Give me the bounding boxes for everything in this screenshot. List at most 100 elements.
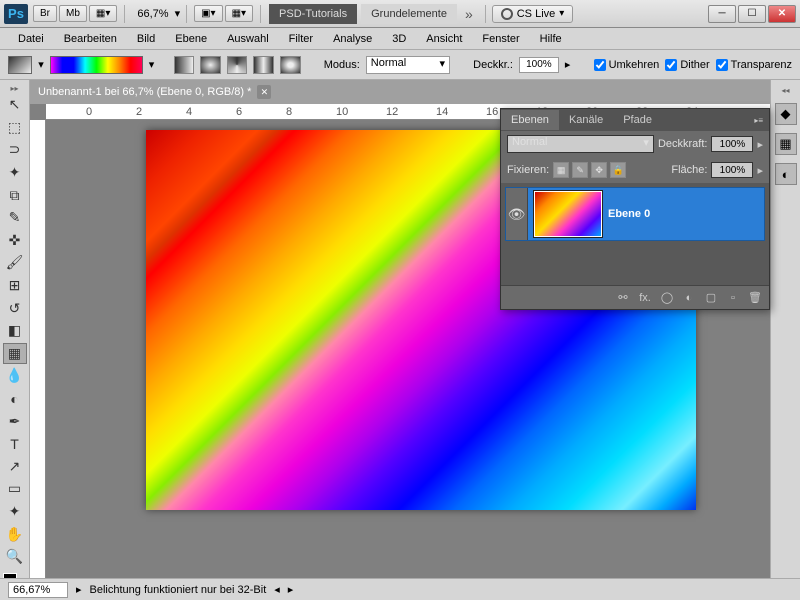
gradient-tool[interactable]: ▦ xyxy=(3,343,27,365)
3d-tool[interactable]: ✦ xyxy=(3,501,27,523)
layer-thumbnail[interactable] xyxy=(534,191,602,237)
opacity-label: Deckkr.: xyxy=(473,59,513,71)
zoom-display[interactable]: 66,7% xyxy=(137,8,168,20)
fx-icon[interactable]: fx. xyxy=(637,290,653,306)
lasso-tool[interactable]: ⊃ xyxy=(3,139,27,161)
tool-preset[interactable] xyxy=(8,56,32,74)
status-doc-info[interactable]: ▸ xyxy=(76,583,82,596)
gradient-diamond[interactable] xyxy=(280,56,301,74)
document-close[interactable]: ✕ xyxy=(257,85,271,99)
layer-visibility-icon[interactable]: 👁 xyxy=(506,188,528,240)
tab-ebenen[interactable]: Ebenen xyxy=(501,110,559,130)
path-tool[interactable]: ↗ xyxy=(3,456,27,478)
panel-menu-icon[interactable]: ▸≡ xyxy=(748,116,769,125)
hand-tool[interactable]: ✋ xyxy=(3,523,27,545)
close-btn[interactable]: ✕ xyxy=(768,5,796,23)
dock-collapse[interactable]: ◂◂ xyxy=(781,86,789,95)
cslive-btn[interactable]: CS Live ▾ xyxy=(492,5,574,23)
gradient-angle[interactable] xyxy=(227,56,248,74)
menu-filter[interactable]: Filter xyxy=(279,30,323,48)
lock-position[interactable]: ✥ xyxy=(591,162,607,178)
menu-bild[interactable]: Bild xyxy=(127,30,165,48)
gradient-radial[interactable] xyxy=(200,56,221,74)
menu-ebene[interactable]: Ebene xyxy=(165,30,217,48)
link-layers-icon[interactable]: ⚯ xyxy=(615,290,631,306)
history-brush-tool[interactable]: ↺ xyxy=(3,297,27,319)
marquee-tool[interactable]: ⬚ xyxy=(3,117,27,139)
layer-item[interactable]: 👁 Ebene 0 xyxy=(505,187,765,241)
dither-check[interactable]: Dither xyxy=(665,59,709,71)
dock-color-icon[interactable]: ◆ xyxy=(775,103,797,125)
menu-datei[interactable]: Datei xyxy=(8,30,54,48)
extras-btn[interactable]: ▦▾ xyxy=(225,5,253,22)
status-scroll-right[interactable]: ▸ xyxy=(288,583,294,596)
mask-icon[interactable]: ◯ xyxy=(659,290,675,306)
maximize-btn[interactable]: ☐ xyxy=(738,5,766,23)
dock-adjust-icon[interactable]: ◐ xyxy=(775,163,797,185)
pen-tool[interactable]: ✒ xyxy=(3,410,27,432)
lock-pixels[interactable]: ✎ xyxy=(572,162,588,178)
opacity-input[interactable] xyxy=(519,57,559,73)
menu-bearbeiten[interactable]: Bearbeiten xyxy=(54,30,127,48)
dock-swatches-icon[interactable]: ▦ xyxy=(775,133,797,155)
wand-tool[interactable]: ✦ xyxy=(3,162,27,184)
opacity-drop[interactable]: ▸ xyxy=(565,58,571,71)
gradient-preview[interactable] xyxy=(50,56,143,74)
zoom-tool[interactable]: 🔍 xyxy=(3,546,27,568)
layer-opacity-input[interactable] xyxy=(711,136,753,152)
minimize-btn[interactable]: ─ xyxy=(708,5,736,23)
blend-mode-select[interactable]: Normal ▾ xyxy=(366,56,450,74)
layer-fill-drop[interactable]: ▸ xyxy=(757,164,763,177)
document-tab[interactable]: Unbenannt-1 bei 66,7% (Ebene 0, RGB/8) *… xyxy=(30,80,770,104)
layer-name[interactable]: Ebene 0 xyxy=(608,208,650,220)
menu-auswahl[interactable]: Auswahl xyxy=(217,30,279,48)
lock-all[interactable]: 🔒 xyxy=(610,162,626,178)
dodge-tool[interactable]: ◐ xyxy=(3,388,27,410)
delete-layer-icon[interactable]: 🗑 xyxy=(747,290,763,306)
menu-hilfe[interactable]: Hilfe xyxy=(530,30,572,48)
menu-fenster[interactable]: Fenster xyxy=(472,30,529,48)
toolbox-collapse[interactable]: ▸▸ xyxy=(10,84,18,93)
menu-3d[interactable]: 3D xyxy=(382,30,416,48)
status-zoom[interactable]: 66,67% xyxy=(8,582,68,598)
more-workspaces-icon[interactable]: » xyxy=(465,6,473,22)
gradient-reflected[interactable] xyxy=(253,56,274,74)
screen-mode-btn[interactable]: ▣▾ xyxy=(194,5,222,22)
reverse-check[interactable]: Umkehren xyxy=(594,59,660,71)
tab-pfade[interactable]: Pfade xyxy=(613,110,662,130)
heal-tool[interactable]: ✜ xyxy=(3,230,27,252)
right-dock: ◂◂ ◆ ▦ ◐ xyxy=(770,80,800,600)
menu-ansicht[interactable]: Ansicht xyxy=(416,30,472,48)
status-scroll-left[interactable]: ◂ xyxy=(274,583,280,596)
workspace-tab-2[interactable]: Grundelemente xyxy=(361,4,457,24)
layer-opacity-drop[interactable]: ▸ xyxy=(757,138,763,151)
layer-blend-select[interactable]: Normal▾ xyxy=(507,135,654,153)
brush-tool[interactable]: 🖌 xyxy=(3,252,27,274)
stamp-tool[interactable]: ⊞ xyxy=(3,275,27,297)
tab-kanaele[interactable]: Kanäle xyxy=(559,110,613,130)
group-icon[interactable]: ▢ xyxy=(703,290,719,306)
move-tool[interactable]: ↖ xyxy=(3,94,27,116)
bridge-btn[interactable]: Br xyxy=(33,5,57,22)
crop-tool[interactable]: ⧉ xyxy=(3,184,27,206)
gradient-linear[interactable] xyxy=(174,56,195,74)
shape-tool[interactable]: ▭ xyxy=(3,478,27,500)
workspace-tab-1[interactable]: PSD-Tutorials xyxy=(269,4,357,24)
ruler-vertical[interactable] xyxy=(30,120,46,600)
minibridge-btn[interactable]: Mb xyxy=(59,5,87,22)
type-tool[interactable]: T xyxy=(3,433,27,455)
menu-analyse[interactable]: Analyse xyxy=(323,30,382,48)
adjustment-icon[interactable]: ◐ xyxy=(681,290,697,306)
tool-preset-drop[interactable]: ▾ xyxy=(38,58,44,71)
transparency-check[interactable]: Transparenz xyxy=(716,59,792,71)
new-layer-icon[interactable]: ▫ xyxy=(725,290,741,306)
eraser-tool[interactable]: ◧ xyxy=(3,320,27,342)
layer-fill-input[interactable] xyxy=(711,162,753,178)
layer-list: 👁 Ebene 0 xyxy=(501,183,769,245)
gradient-drop[interactable]: ▾ xyxy=(149,58,155,71)
eyedropper-tool[interactable]: ✎ xyxy=(3,207,27,229)
arrange-btn[interactable]: ▦▾ xyxy=(89,5,117,22)
zoom-dropdown-icon[interactable]: ▾ xyxy=(175,7,181,20)
lock-transparent[interactable]: ▦ xyxy=(553,162,569,178)
blur-tool[interactable]: 💧 xyxy=(3,365,27,387)
